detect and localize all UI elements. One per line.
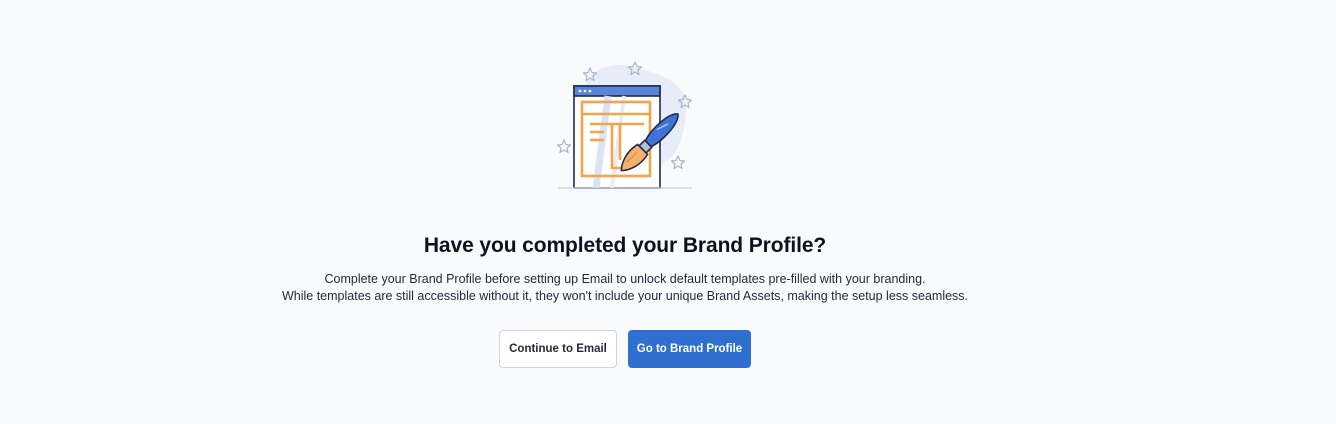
continue-to-email-button[interactable]: Continue to Email (499, 330, 617, 368)
brand-template-paintbrush-icon (556, 61, 693, 189)
go-to-brand-profile-button[interactable]: Go to Brand Profile (628, 330, 751, 368)
brand-profile-prompt: Have you completed your Brand Profile? C… (0, 0, 1336, 424)
prompt-description: Complete your Brand Profile before setti… (0, 271, 1250, 305)
description-line-1: Complete your Brand Profile before setti… (324, 272, 926, 286)
page-title: Have you completed your Brand Profile? (423, 234, 827, 257)
description-line-2: While templates are still accessible wit… (281, 289, 969, 303)
